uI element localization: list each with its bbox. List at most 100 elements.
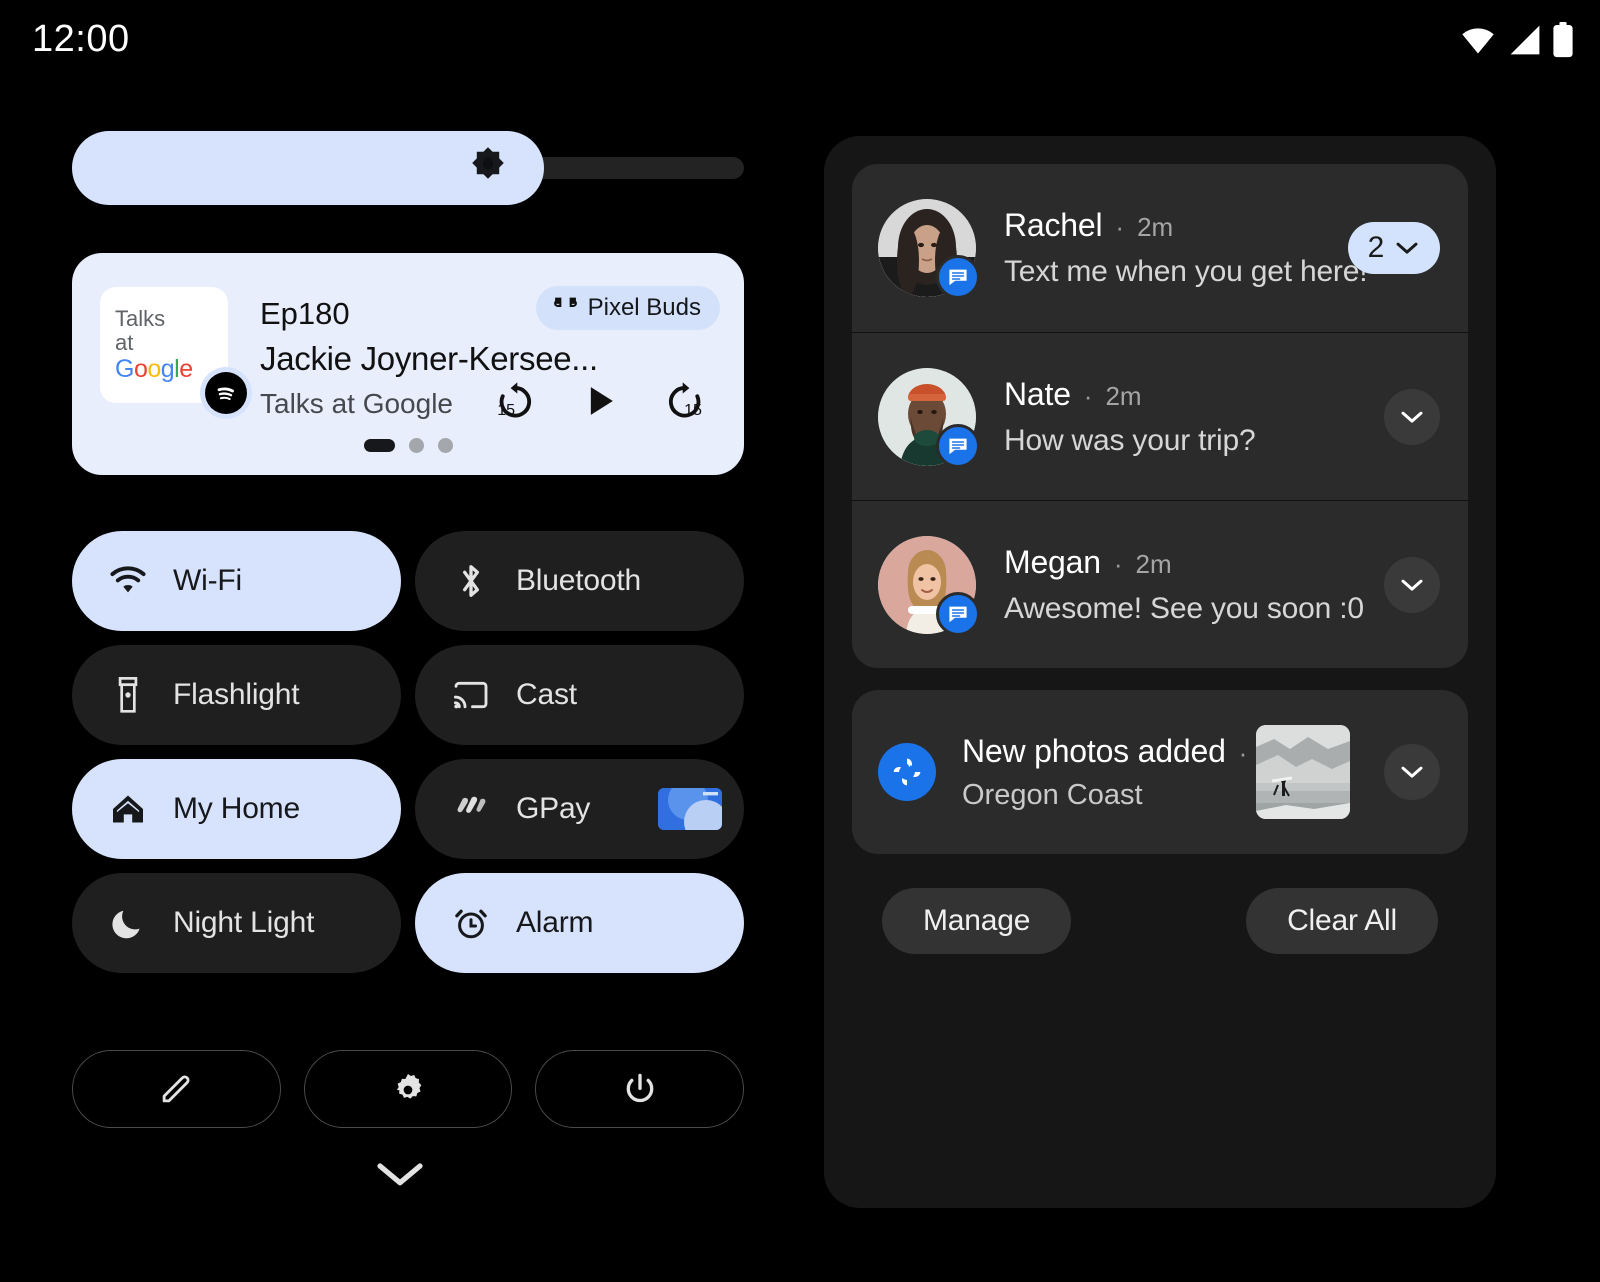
collapse-shade-handle[interactable] [0,1155,800,1193]
tile-label: Night Light [173,906,315,939]
notification-sender: Nate [1004,375,1071,412]
wifi-icon [1462,28,1494,54]
notification-text: Megan · 2m Awesome! See you soon :0 [1004,544,1442,626]
page-dot[interactable] [437,438,453,453]
notification-row-rachel[interactable]: Rachel · 2m Text me when you get here! 2 [852,164,1468,332]
oregon-coast-thumbnail [1256,725,1350,819]
gpay-icon [453,792,489,826]
album-art-line-1: Talks [115,306,166,332]
tile-flashlight[interactable]: Flashlight [72,645,401,745]
avatar-wrapper [878,535,980,636]
notification-row-photos[interactable]: New photos added · 5m Oregon Coast [852,690,1468,854]
media-page-dots [72,438,744,453]
notification-panel: Rachel · 2m Text me when you get here! 2 [824,136,1496,1208]
tile-my-home[interactable]: My Home [72,759,401,859]
notification-row-nate[interactable]: Nate · 2m How was your trip? [852,332,1468,500]
manage-label: Manage [923,904,1031,937]
rewind-15-button[interactable]: 15 [492,378,538,424]
tile-bluetooth[interactable]: Bluetooth [415,531,744,631]
notification-row-megan[interactable]: Megan · 2m Awesome! See you soon :0 [852,500,1468,668]
notification-header: Nate · 2m [1004,376,1442,413]
media-output-chip[interactable]: Pixel Buds [535,286,720,330]
tile-label: Flashlight [173,678,300,711]
forward-15-button[interactable]: 15 [662,378,708,424]
manage-notifications-button[interactable]: Manage [882,888,1072,954]
notification-sender: Megan [1004,543,1101,580]
collapse-handle-inner [0,1155,800,1193]
photos-title: New photos added [962,732,1226,769]
chevron-down-icon [1401,411,1423,423]
battery-icon [1553,22,1573,58]
clear-all-label: Clear All [1287,904,1397,937]
notification-header: Megan · 2m [1004,544,1442,581]
notification-separator: · [1113,548,1123,579]
tile-cast[interactable]: Cast [415,645,744,745]
flashlight-icon [110,676,146,714]
svg-text:15: 15 [684,401,702,419]
quick-settings-tiles: Wi-Fi Bluetooth Flashlight Cast My Home … [72,531,744,987]
tile-row: My Home GPay [72,759,744,859]
notification-expand-button[interactable] [1384,388,1440,445]
notification-separator: · [1238,737,1248,768]
chevron-down-icon [1401,579,1423,591]
tile-row: Flashlight Cast [72,645,744,745]
home-icon [110,792,146,826]
notification-sender: Rachel [1004,207,1103,243]
notification-separator: · [1083,380,1093,411]
power-button[interactable] [535,1050,745,1128]
notification-separator: · [1115,212,1125,242]
pencil-icon [163,1075,190,1103]
status-icon-group [1458,22,1574,58]
quick-settings-footer [72,1050,745,1128]
notification-message: How was your trip? [1004,423,1256,457]
chevron-down-icon [377,1163,423,1186]
edit-tiles-button[interactable] [72,1050,281,1128]
wifi-icon [110,566,146,596]
brightness-fill[interactable] [72,131,544,205]
notification-text: Nate · 2m How was your trip? [1004,376,1442,458]
tile-night-light[interactable]: Night Light [72,873,401,973]
tile-row: Night Light Alarm [72,873,744,973]
messages-icon [936,255,980,299]
moon-icon [110,906,146,940]
page-dot-active[interactable] [363,439,395,452]
svg-text:15: 15 [497,401,515,419]
notification-shade-screen: 12:00 Talks at Google Ep180 Jackie Joyne… [0,0,1600,1282]
quick-settings-panel: Talks at Google Ep180 Jackie Joyner-Kers [0,0,800,1282]
gear-icon [396,1074,422,1099]
photos-subtitle: Oregon Coast [962,778,1143,811]
google-photos-icon [878,743,936,801]
notification-count: 2 [1367,231,1385,264]
cellular-signal-icon [1510,25,1540,55]
media-output-label: Pixel Buds [587,294,701,321]
media-controls: 15 15 [492,378,708,424]
spotify-icon [205,372,247,414]
power-icon [626,1073,654,1103]
notification-expand-button[interactable] [1384,744,1440,800]
media-player-card[interactable]: Talks at Google Ep180 Jackie Joyner-Kers [72,253,744,475]
tile-wifi[interactable]: Wi-Fi [72,531,401,631]
tile-alarm[interactable]: Alarm [415,873,744,973]
tile-gpay[interactable]: GPay [415,759,744,859]
notification-actions: Manage Clear All [882,888,1438,954]
media-artist: Talks at Google [260,388,453,419]
notification-expand-button[interactable] [1384,556,1440,613]
tile-label: Wi-Fi [173,564,242,597]
play-button[interactable] [578,379,622,423]
chevron-down-icon [1396,242,1418,254]
album-art-wrapper: Talks at Google [100,287,252,419]
alarm-clock-icon [453,904,489,942]
notification-time: 2m [1105,380,1142,411]
brightness-slider[interactable] [72,131,744,205]
clear-all-button[interactable]: Clear All [1246,888,1438,954]
settings-button[interactable] [303,1050,513,1128]
gpay-card-thumbnail [658,788,722,830]
page-dot[interactable] [408,438,424,453]
brightness-sun-icon [472,147,504,179]
photos-notification-text: New photos added · 5m Oregon Coast [962,733,1442,812]
notification-group-count-badge[interactable]: 2 [1348,222,1440,274]
messages-icon [936,423,980,468]
messages-icon [936,591,980,636]
notification-time: 2m [1135,548,1172,579]
media-title: Jackie Joyner-Kersee... [260,340,598,377]
